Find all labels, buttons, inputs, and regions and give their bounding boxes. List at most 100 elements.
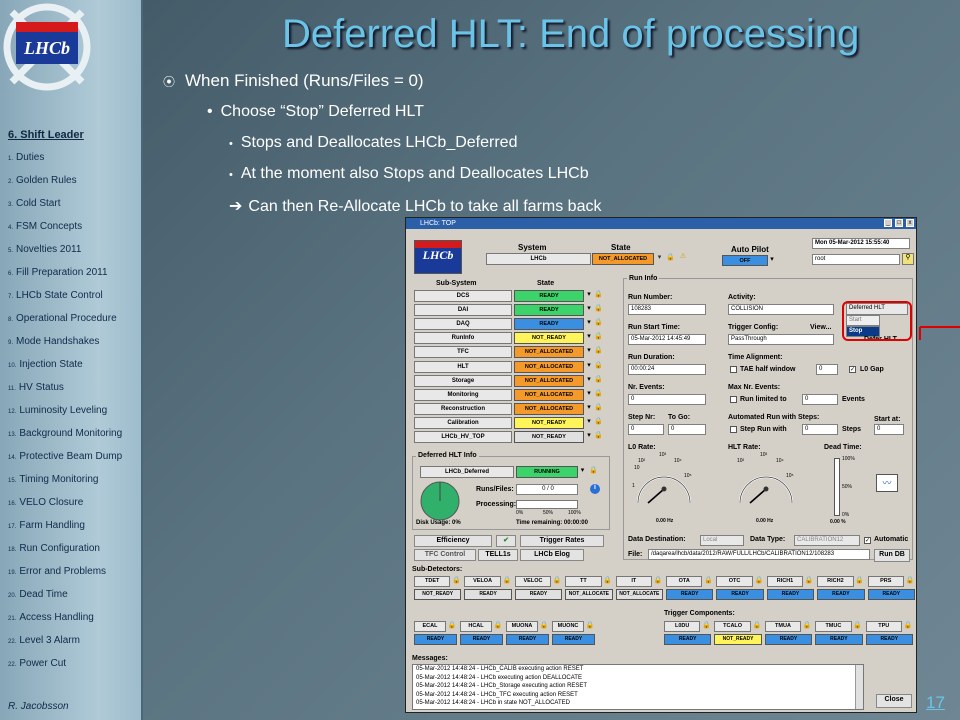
subdetector-state[interactable]: READY bbox=[664, 634, 712, 645]
subsystem-state[interactable]: NOT_ALLOCATED bbox=[514, 374, 584, 387]
lock-icon[interactable]: 🔒 bbox=[653, 577, 663, 585]
dropdown-icon[interactable]: ▾ bbox=[578, 467, 587, 475]
lock-icon[interactable]: 🔒 bbox=[754, 577, 764, 585]
check-icon[interactable]: ✔ bbox=[496, 535, 516, 547]
deferred-state[interactable]: RUNNING bbox=[516, 466, 578, 478]
subsystem-state[interactable]: NOT_ALLOCATED bbox=[514, 346, 584, 359]
lock-icon[interactable]: 🔒 bbox=[752, 622, 762, 630]
minimize-icon[interactable]: _ bbox=[884, 219, 892, 227]
sidebar-item-run-configuration[interactable]: 18. Run Configuration bbox=[8, 543, 100, 554]
elog-button[interactable]: LHCb Elog bbox=[520, 549, 584, 561]
sidebar-item-fill-preparation-2011[interactable]: 6. Fill Preparation 2011 bbox=[8, 267, 108, 278]
lock-icon[interactable]: 🔒 bbox=[585, 622, 595, 630]
subdetector-state[interactable]: NOT_READY bbox=[414, 589, 462, 600]
dropdown-icon[interactable]: ▾ bbox=[585, 305, 593, 313]
subdetector-state[interactable]: READY bbox=[867, 589, 915, 600]
subdetector-state[interactable]: READY bbox=[817, 589, 865, 600]
tfc-control-button[interactable]: TFC Control bbox=[414, 549, 476, 561]
automatic-checkbox[interactable]: ✓ bbox=[864, 537, 871, 544]
lock-icon[interactable]: 🔒 bbox=[451, 577, 461, 585]
subdetector-state[interactable]: READY bbox=[865, 634, 913, 645]
close-window-icon[interactable]: x bbox=[906, 219, 914, 227]
sidebar-item-velo-closure[interactable]: 16. VELO Closure bbox=[8, 497, 83, 508]
efficiency-button[interactable]: Efficiency bbox=[414, 535, 492, 547]
info-icon[interactable]: i bbox=[590, 484, 600, 494]
lock-icon[interactable]: 🔒 bbox=[855, 577, 865, 585]
lock-icon[interactable]: 🔒 bbox=[594, 333, 603, 341]
sidebar-item-lhcb-state-control[interactable]: 7. LHCb State Control bbox=[8, 290, 103, 301]
sidebar-item-level-3-alarm[interactable]: 22. Level 3 Alarm bbox=[8, 635, 80, 646]
lock-icon[interactable]: 🔒 bbox=[594, 347, 603, 355]
start-at-field[interactable]: 0 bbox=[874, 424, 904, 435]
lock-icon[interactable]: 🔒 bbox=[802, 622, 812, 630]
max-events-field[interactable]: 0 bbox=[802, 394, 838, 405]
lock-icon[interactable]: 🔒 bbox=[594, 305, 603, 313]
sidebar-item-timing-monitoring[interactable]: 15. Timing Monitoring bbox=[8, 474, 98, 485]
subsystem-state[interactable]: NOT_ALLOCATED bbox=[514, 360, 584, 373]
sidebar-item-access-handling[interactable]: 21. Access Handling bbox=[8, 612, 94, 623]
lock-icon[interactable]: 🔒 bbox=[502, 577, 512, 585]
subdetector-state[interactable]: READY bbox=[764, 634, 813, 645]
subdetector-state[interactable]: READY bbox=[464, 589, 512, 600]
dropdown-icon[interactable]: ▾ bbox=[768, 256, 776, 264]
search-icon[interactable]: ⚲ bbox=[902, 253, 914, 265]
subdetector-state[interactable]: READY bbox=[460, 634, 503, 645]
lock-icon[interactable]: 🔒 bbox=[539, 622, 549, 630]
maximize-icon[interactable]: □ bbox=[895, 219, 903, 227]
dropdown-icon[interactable]: ▾ bbox=[585, 362, 593, 370]
chart-icon[interactable]: 〰 bbox=[876, 474, 898, 492]
sidebar-item-luminosity-leveling[interactable]: 12. Luminosity Leveling bbox=[8, 405, 107, 416]
data-destination-select[interactable]: Local bbox=[700, 535, 744, 546]
sidebar-item-background-monitoring[interactable]: 13. Background Monitoring bbox=[8, 428, 122, 439]
subdetector-state[interactable]: READY bbox=[506, 634, 549, 645]
dropdown-icon[interactable]: ▾ bbox=[585, 333, 593, 341]
sidebar-item-novelties-2011[interactable]: 5. Novelties 2011 bbox=[8, 244, 81, 255]
run-limited-checkbox[interactable] bbox=[730, 396, 737, 403]
trigger-rates-button[interactable]: Trigger Rates bbox=[520, 535, 604, 547]
dropdown-icon[interactable]: ▾ bbox=[585, 404, 593, 412]
lock-icon[interactable]: 🔒 bbox=[701, 622, 711, 630]
sidebar-item-cold-start[interactable]: 3. Cold Start bbox=[8, 198, 60, 209]
subdetector-state[interactable]: NOT_READY bbox=[714, 634, 762, 645]
lock-icon[interactable]: 🔒 bbox=[853, 622, 863, 630]
run-db-button[interactable]: Run DB bbox=[874, 549, 910, 562]
l0gap-checkbox[interactable]: ✓ bbox=[849, 366, 856, 373]
lock-icon[interactable]: 🔒 bbox=[703, 577, 713, 585]
subdetector-state[interactable]: READY bbox=[766, 589, 815, 600]
messages-scrollbar[interactable] bbox=[855, 665, 863, 709]
subsystem-state[interactable]: NOT_ALLOCATED bbox=[514, 402, 584, 415]
lock-icon[interactable]: 🔒 bbox=[594, 376, 603, 384]
subdetector-state[interactable]: READY bbox=[666, 589, 714, 600]
dropdown-icon[interactable]: ▾ bbox=[585, 418, 593, 426]
tell1s-button[interactable]: TELL1s bbox=[478, 549, 518, 561]
lock-icon[interactable]: 🔒 bbox=[666, 254, 675, 262]
lock-icon[interactable]: 🔒 bbox=[594, 319, 603, 327]
lock-icon[interactable]: 🔒 bbox=[905, 577, 915, 585]
subdetector-state[interactable]: READY bbox=[514, 589, 563, 600]
sidebar-item-fsm-concepts[interactable]: 4. FSM Concepts bbox=[8, 221, 82, 232]
lock-icon[interactable]: 🔒 bbox=[447, 622, 457, 630]
sidebar-item-mode-handshakes[interactable]: 9. Mode Handshakes bbox=[8, 336, 99, 347]
subdetector-state[interactable]: READY bbox=[414, 634, 457, 645]
lock-icon[interactable]: 🔒 bbox=[594, 432, 603, 440]
lock-icon[interactable]: 🔒 bbox=[589, 467, 598, 475]
autopilot-state[interactable]: OFF bbox=[722, 255, 768, 266]
dropdown-icon[interactable]: ▾ bbox=[585, 390, 593, 398]
dropdown-icon[interactable]: ▾ bbox=[655, 254, 664, 262]
sidebar-item-power-cut[interactable]: 22. Power Cut bbox=[8, 658, 66, 669]
sidebar-item-dead-time[interactable]: 20. Dead Time bbox=[8, 589, 68, 600]
subsystem-state[interactable]: READY bbox=[514, 304, 584, 317]
subdetector-state[interactable]: NOT_ALLOCATE bbox=[615, 589, 663, 600]
view-button[interactable]: View... bbox=[810, 324, 831, 331]
lock-icon[interactable]: 🔒 bbox=[603, 577, 613, 585]
activity-select[interactable]: COLLISION bbox=[728, 304, 834, 315]
lock-icon[interactable]: 🔒 bbox=[594, 418, 603, 426]
lock-icon[interactable]: 🔒 bbox=[594, 362, 603, 370]
sidebar-item-protective-beam-dump[interactable]: 14. Protective Beam Dump bbox=[8, 451, 122, 462]
trigger-config-select[interactable]: PassThrough bbox=[728, 334, 834, 345]
subsystem-state[interactable]: NOT_READY bbox=[514, 416, 584, 429]
dropdown-icon[interactable]: ▾ bbox=[585, 376, 593, 384]
system-state[interactable]: NOT_ALLOCATED bbox=[592, 253, 654, 265]
subsystem-state[interactable]: READY bbox=[514, 290, 584, 302]
close-button[interactable]: Close bbox=[876, 694, 912, 708]
